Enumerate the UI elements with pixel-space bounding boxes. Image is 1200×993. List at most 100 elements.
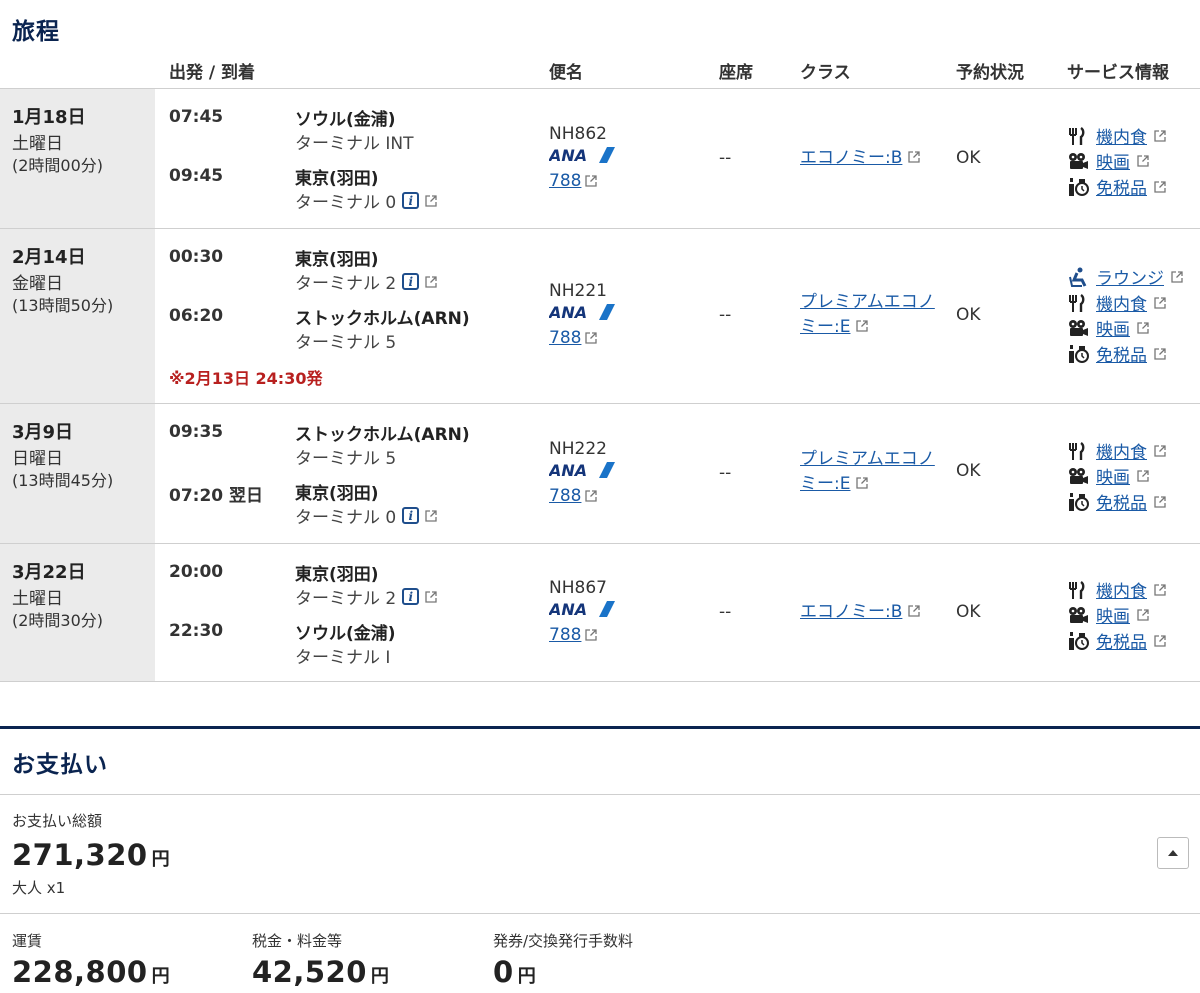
svg-text:ANA: ANA <box>549 146 587 164</box>
external-link-icon <box>1154 444 1166 457</box>
departure-city: ソウル(金浦) <box>295 110 396 130</box>
svg-text:ANA: ANA <box>549 461 587 479</box>
external-link-icon <box>1137 321 1149 334</box>
class-link[interactable]: プレミアムエコノ ミー:E <box>800 290 950 340</box>
departure-note: ※2月13日 24:30発 <box>169 369 323 388</box>
collapse-button[interactable] <box>1157 837 1189 869</box>
date-cell: 1月18日 土曜日 (2時間00分) <box>0 89 155 228</box>
flight-number: NH862 <box>549 124 607 144</box>
external-link-icon <box>585 332 598 344</box>
caret-up-icon <box>1168 850 1178 856</box>
external-link-icon <box>856 320 868 332</box>
segment-duration: (2時間00分) <box>12 156 104 175</box>
external-link-icon <box>585 629 598 641</box>
segment-dow: 金曜日 <box>12 274 63 294</box>
date-cell: 3月9日 日曜日 (13時間45分) <box>0 404 155 543</box>
info-icon[interactable]: i <box>402 507 420 524</box>
service-lounge[interactable]: ラウンジ <box>1067 264 1183 289</box>
seat: -- <box>719 305 732 325</box>
aircraft-link[interactable]: 788 <box>549 486 598 506</box>
service-duty-free[interactable]: 免税品 <box>1067 628 1166 653</box>
segment-dow: 土曜日 <box>12 134 63 154</box>
payment-divider <box>0 794 1200 795</box>
info-icon[interactable]: i <box>402 192 420 209</box>
service-meal[interactable]: 機内食 <box>1067 577 1166 602</box>
external-link-icon <box>1171 270 1183 283</box>
external-link-icon[interactable] <box>425 509 437 522</box>
aircraft-link[interactable]: 788 <box>549 171 598 191</box>
external-link-icon <box>1154 129 1166 142</box>
arrival-terminal: ターミナル I <box>295 648 391 668</box>
external-link-icon <box>1154 347 1166 360</box>
service-movie[interactable]: 映画 <box>1067 463 1149 488</box>
aircraft-link[interactable]: 788 <box>549 328 598 348</box>
duty-free-icon <box>1069 177 1089 196</box>
arrival-city: ストックホルム(ARN) <box>295 309 470 329</box>
external-link-icon <box>908 605 920 617</box>
header-status: 予約状況 <box>956 63 1024 83</box>
external-link-icon[interactable] <box>425 590 437 603</box>
departure-time: 20:00 <box>169 562 224 582</box>
header-seat: 座席 <box>719 63 753 83</box>
tax-label: 税金・料金等 <box>252 932 343 950</box>
segment-date: 2月14日 <box>12 247 86 268</box>
service-movie[interactable]: 映画 <box>1067 148 1149 173</box>
header-service: サービス情報 <box>1067 63 1169 83</box>
booking-status: OK <box>956 148 981 168</box>
segment-dow: 土曜日 <box>12 589 63 609</box>
info-icon[interactable]: i <box>402 273 420 290</box>
film-camera-icon <box>1069 467 1088 484</box>
segment-dow: 日曜日 <box>12 449 63 469</box>
service-movie[interactable]: 映画 <box>1067 315 1149 340</box>
segment-duration: (13時間45分) <box>12 471 114 490</box>
departure-terminal: ターミナル 2 i <box>295 269 437 294</box>
segment-row: 2月14日 金曜日 (13時間50分) 00:30 東京(羽田) ターミナル 2… <box>0 229 1200 403</box>
tax-amount: 42,520 円 <box>252 955 390 989</box>
film-camera-icon <box>1069 152 1088 169</box>
fare-amount: 228,800 円 <box>12 955 171 989</box>
seat: -- <box>719 602 732 622</box>
service-meal[interactable]: 機内食 <box>1067 290 1166 315</box>
seat: -- <box>719 463 732 483</box>
service-duty-free[interactable]: 免税品 <box>1067 174 1166 199</box>
booking-status: OK <box>956 602 981 622</box>
external-link-icon <box>1137 608 1149 621</box>
info-icon[interactable]: i <box>402 588 420 605</box>
film-camera-icon <box>1069 606 1088 623</box>
flight-number: NH221 <box>549 281 607 301</box>
arrival-city: 東京(羽田) <box>295 484 379 504</box>
row-divider <box>0 681 1200 682</box>
film-camera-icon <box>1069 319 1088 336</box>
segment-date: 1月18日 <box>12 107 86 128</box>
svg-text:ANA: ANA <box>549 303 587 321</box>
external-link-icon[interactable] <box>425 275 437 288</box>
payment-section-border <box>0 726 1200 729</box>
segment-duration: (13時間50分) <box>12 296 114 315</box>
service-duty-free[interactable]: 免税品 <box>1067 489 1166 514</box>
header-class: クラス <box>800 63 851 83</box>
departure-terminal: ターミナル 2 i <box>295 584 437 609</box>
external-link-icon <box>1154 495 1166 508</box>
class-link[interactable]: エコノミー:B <box>800 146 950 171</box>
departure-time: 00:30 <box>169 247 224 267</box>
date-cell: 3月22日 土曜日 (2時間30分) <box>0 544 155 681</box>
segment-row: 3月22日 土曜日 (2時間30分) 20:00 東京(羽田) ターミナル 2 … <box>0 544 1200 681</box>
external-link-icon[interactable] <box>425 194 437 207</box>
arrival-time: 06:20 <box>169 306 224 326</box>
flight-number: NH867 <box>549 578 607 598</box>
duty-free-icon <box>1069 492 1089 511</box>
aircraft-link[interactable]: 788 <box>549 625 598 645</box>
service-meal[interactable]: 機内食 <box>1067 438 1166 463</box>
external-link-icon <box>1154 180 1166 193</box>
class-link[interactable]: プレミアムエコノ ミー:E <box>800 447 950 497</box>
total-amount: 271,320 円 <box>12 838 171 872</box>
class-link[interactable]: エコノミー:B <box>800 600 950 625</box>
duty-free-icon <box>1069 631 1089 650</box>
header-dep-arr: 出発 / 到着 <box>169 63 256 83</box>
service-duty-free[interactable]: 免税品 <box>1067 341 1166 366</box>
service-movie[interactable]: 映画 <box>1067 602 1149 627</box>
departure-terminal: ターミナル 5 <box>295 449 397 469</box>
service-meal[interactable]: 機内食 <box>1067 123 1166 148</box>
fee-amount: 0円 <box>493 955 537 989</box>
segment-date: 3月9日 <box>12 422 74 443</box>
